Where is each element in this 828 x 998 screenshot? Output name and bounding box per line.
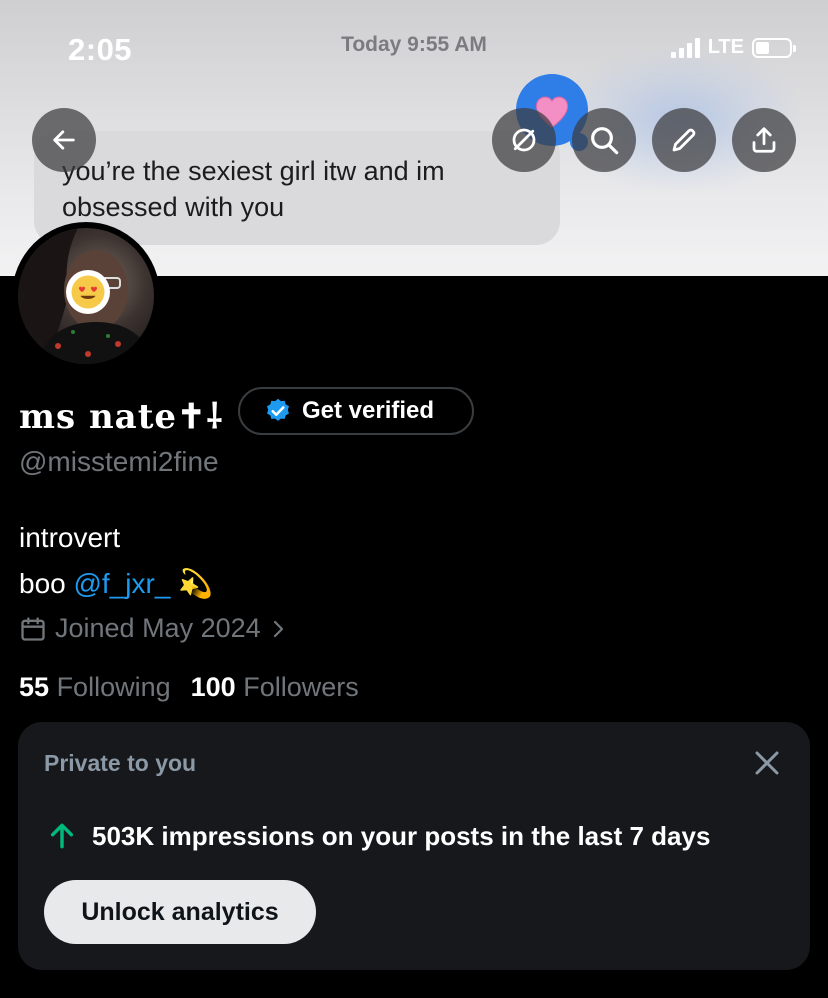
back-icon xyxy=(53,130,75,150)
status-indicators: LTE xyxy=(670,36,796,59)
unlock-analytics-button[interactable]: Unlock analytics xyxy=(44,880,316,944)
search-button[interactable] xyxy=(572,108,636,172)
signal-icon xyxy=(670,37,700,58)
bio-line-2: boo @f_jxr_ 💫 xyxy=(19,561,213,607)
followers-label: Followers xyxy=(243,672,359,702)
search-icon xyxy=(591,127,619,155)
verified-badge-icon xyxy=(267,398,289,421)
joined-label: Joined May 2024 xyxy=(55,613,261,643)
emoji-sticker xyxy=(66,270,110,314)
bio-mention-link[interactable]: @f_jxr_ xyxy=(74,568,171,599)
joined-date[interactable]: Joined May 2024 xyxy=(19,613,289,644)
bio-line-1: introvert xyxy=(19,522,121,553)
arrow-up-icon xyxy=(50,823,74,849)
grok-button[interactable] xyxy=(492,108,556,172)
close-icon[interactable] xyxy=(752,748,782,778)
following-count: 55 xyxy=(19,672,50,702)
chevron-right-icon xyxy=(273,620,283,637)
avatar[interactable] xyxy=(12,222,160,370)
avatar-photo xyxy=(18,228,154,364)
back-button[interactable] xyxy=(32,108,96,172)
followers-link[interactable]: 100 Followers xyxy=(191,672,359,703)
edit-icon xyxy=(672,128,696,152)
share-button[interactable] xyxy=(732,108,796,172)
calendar-icon xyxy=(21,616,45,641)
dizzy-emoji-icon: 💫 xyxy=(178,568,214,599)
private-analytics-card: Private to you 503K impressions on your … xyxy=(18,722,810,970)
impressions-summary: 503K impressions on your posts in the la… xyxy=(46,820,710,852)
battery-icon xyxy=(752,37,796,58)
followers-count: 100 xyxy=(190,672,236,702)
grok-icon xyxy=(512,128,536,152)
share-icon xyxy=(752,127,776,153)
edit-button[interactable] xyxy=(652,108,716,172)
following-link[interactable]: 55 Following xyxy=(19,672,171,703)
heart-eyes-emoji-icon xyxy=(71,275,105,309)
username-handle: @misstemi2fine xyxy=(19,446,219,477)
get-verified-button[interactable]: Get verified xyxy=(238,387,474,435)
bio: introvert boo @f_jxr_ 💫 xyxy=(19,515,213,607)
network-label: LTE xyxy=(707,36,744,58)
display-name: ms nate✝⸸ xyxy=(19,397,224,437)
private-card-title: Private to you xyxy=(44,750,197,776)
follow-stats: 55 Following 100 Followers xyxy=(19,672,359,703)
following-label: Following xyxy=(56,672,171,702)
get-verified-label: Get verified xyxy=(302,397,435,424)
bio-prefix: boo xyxy=(19,568,66,599)
impressions-text: 503K impressions on your posts in the la… xyxy=(92,820,711,851)
